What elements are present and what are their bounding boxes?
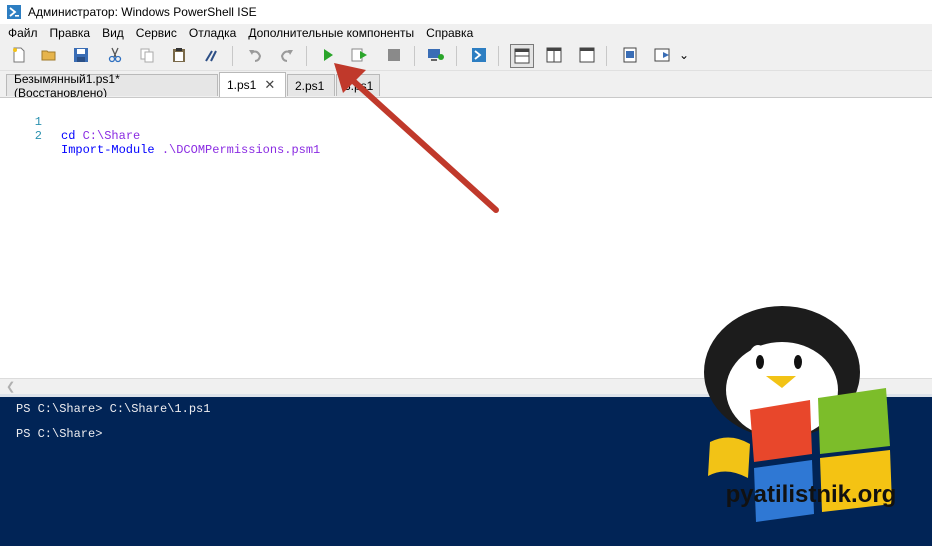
- tab-untitled1[interactable]: Безымянный1.ps1*(Восстановлено): [6, 72, 218, 100]
- menu-help[interactable]: Справка: [420, 26, 479, 40]
- code-argument: C:\Share: [82, 129, 141, 143]
- menu-file[interactable]: Файл: [0, 26, 44, 40]
- code-line: 1 cd C:\Share: [0, 101, 932, 143]
- clear-icon[interactable]: [200, 44, 222, 66]
- menu-view[interactable]: Вид: [96, 26, 130, 40]
- scroll-left-icon[interactable]: ❮: [6, 380, 15, 393]
- code-keyword: Import-Module: [61, 143, 155, 157]
- tab-label: 1.ps1: [227, 78, 257, 92]
- window-title: Администратор: Windows PowerShell ISE: [28, 5, 257, 19]
- tab-3-ps1[interactable]: 3.ps1: [336, 74, 380, 96]
- line-number: 2: [34, 129, 42, 143]
- run-script-icon[interactable]: [317, 44, 339, 66]
- copy-icon[interactable]: [136, 44, 158, 66]
- code-line: 2 Import-Module .\DCOMPermissions.psm1: [0, 115, 932, 157]
- menu-addons[interactable]: Дополнительные компоненты: [242, 26, 420, 40]
- show-script-right-icon[interactable]: [543, 44, 565, 66]
- new-remote-tab-icon[interactable]: [425, 44, 447, 66]
- tab-2-ps1[interactable]: 2.ps1: [287, 74, 335, 96]
- code-argument: .\DCOMPermissions.psm1: [161, 143, 321, 157]
- watermark-text: pyatilistnik.org: [726, 481, 897, 508]
- save-icon[interactable]: [70, 44, 92, 66]
- open-file-icon[interactable]: [38, 44, 60, 66]
- watermark-logo: pyatilistnik.org: [690, 292, 932, 546]
- menu-bar: Файл Правка Вид Сервис Отладка Дополните…: [0, 24, 932, 42]
- menu-edit[interactable]: Правка: [44, 26, 97, 40]
- run-selection-icon[interactable]: [349, 44, 371, 66]
- redo-icon[interactable]: [276, 44, 298, 66]
- console-line: PS C:\Share> C:\Share\1.ps1: [16, 402, 211, 416]
- tab-label: 2.ps1: [295, 78, 325, 93]
- tab-label: Безымянный1.ps1*(Восстановлено): [14, 71, 120, 100]
- menu-tools[interactable]: Сервис: [130, 26, 183, 40]
- close-icon[interactable]: ✕: [264, 77, 275, 93]
- paste-icon[interactable]: [168, 44, 190, 66]
- console-line: PS C:\Share>: [16, 427, 103, 441]
- tab-1-ps1[interactable]: 1.ps1 ✕: [219, 72, 286, 97]
- more-icon[interactable]: ⌄: [678, 44, 690, 66]
- show-script-top-icon[interactable]: [510, 44, 534, 68]
- menu-debug[interactable]: Отладка: [183, 26, 242, 40]
- title-bar: Администратор: Windows PowerShell ISE: [0, 0, 932, 24]
- powershell-ise-icon: [6, 4, 22, 20]
- code-keyword: cd: [61, 129, 76, 143]
- tab-bar: Безымянный1.ps1*(Восстановлено) 1.ps1 ✕ …: [0, 71, 932, 100]
- tab-label: 3.ps1: [344, 78, 374, 93]
- show-script-max-icon[interactable]: [576, 44, 598, 66]
- powershell-console-icon[interactable]: [468, 44, 490, 66]
- new-file-icon[interactable]: [8, 44, 30, 66]
- toolbar: ⌄: [0, 42, 932, 71]
- stop-icon[interactable]: [383, 44, 405, 66]
- show-command-window-icon[interactable]: [619, 44, 641, 66]
- show-command-addon-icon[interactable]: [652, 44, 674, 66]
- cut-icon[interactable]: [104, 44, 126, 66]
- undo-icon[interactable]: [244, 44, 266, 66]
